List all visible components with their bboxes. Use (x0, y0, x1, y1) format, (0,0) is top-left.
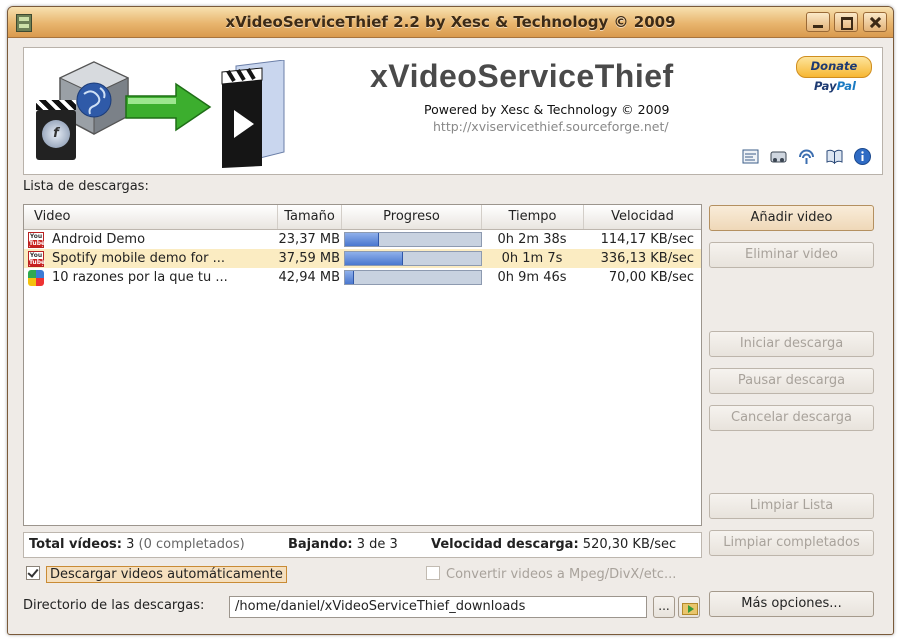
video-size: 42,94 MB (278, 270, 340, 285)
download-directory-field[interactable]: /home/daniel/xVideoServiceThief_download… (229, 596, 647, 618)
table-row[interactable]: You Tube Android Demo 23,37 MB 0h 2m 38s … (24, 230, 701, 249)
video-clip-icon (221, 60, 285, 168)
progress-cell (342, 249, 482, 268)
clear-list-button[interactable]: Limpiar Lista (709, 493, 874, 519)
table-row[interactable]: You Tube Spotify mobile demo for ... 37,5… (24, 249, 701, 268)
options-icon[interactable] (741, 147, 760, 166)
video-title: 10 razones por la que tu ... (52, 270, 228, 285)
title-bar[interactable]: xVideoServiceThief 2.2 by Xesc & Technol… (8, 7, 893, 38)
column-header-video[interactable]: Video (24, 205, 278, 229)
video-size: 37,59 MB (278, 251, 340, 266)
app-title: xVideoServiceThief (370, 58, 674, 94)
download-speed: 114,17 KB/sec (600, 232, 694, 247)
video-title: Spotify mobile demo for ... (52, 251, 225, 266)
paypal-logo: PayPal (813, 79, 856, 93)
progress-cell (342, 230, 482, 249)
downloads-table[interactable]: Video Tamaño Progreso Tiempo Velocidad Y… (23, 204, 702, 526)
remove-video-button[interactable]: Eliminar video (709, 242, 874, 268)
clear-completed-button[interactable]: Limpiar completados (709, 530, 874, 556)
column-header-progress[interactable]: Progreso (342, 205, 482, 229)
progress-bar (344, 251, 482, 266)
total-download-speed: Velocidad descarga: 520,30 KB/sec (431, 537, 677, 552)
status-bar: Total vídeos: 3 (0 completados) Bajando:… (23, 532, 702, 558)
start-download-button[interactable]: Iniciar descarga (709, 331, 874, 357)
app-window: xVideoServiceThief 2.2 by Xesc & Technol… (7, 6, 894, 635)
progress-cell (342, 268, 482, 287)
download-speed: 336,13 KB/sec (600, 251, 694, 266)
add-video-button[interactable]: Añadir video (709, 205, 874, 231)
auto-download-label: Descargar videos automáticamente (46, 566, 287, 583)
donate-label: Donate (796, 56, 872, 78)
column-header-speed[interactable]: Velocidad (584, 205, 701, 229)
youtube-icon: You Tube (28, 251, 46, 267)
convert-videos-label: Convertir videos a Mpeg/DivX/etc... (446, 567, 677, 582)
paypal-donate-button[interactable]: Donate PayPal (796, 56, 874, 93)
time-remaining: 0h 1m 7s (501, 251, 563, 266)
more-options-button[interactable]: Más opciones... (709, 591, 874, 617)
progress-bar (344, 270, 482, 285)
video-title: Android Demo (52, 232, 146, 247)
window-title: xVideoServiceThief 2.2 by Xesc & Technol… (225, 13, 676, 31)
arrow-right-icon (125, 82, 212, 132)
time-remaining: 0h 2m 38s (497, 232, 567, 247)
checkbox-unchecked-icon[interactable] (426, 566, 440, 580)
downloads-list-label: Lista de descargas: (23, 179, 149, 194)
download-speed: 70,00 KB/sec (608, 270, 694, 285)
maximize-button[interactable] (834, 12, 858, 32)
close-button[interactable] (863, 12, 887, 32)
banner-toolbar (741, 147, 872, 166)
total-videos: Total vídeos: 3 (0 completados) (29, 537, 245, 552)
updates-icon[interactable] (797, 147, 816, 166)
info-icon[interactable] (853, 147, 872, 166)
auto-download-checkbox[interactable]: Descargar videos automáticamente (26, 565, 287, 585)
pause-download-button[interactable]: Pausar descarga (709, 368, 874, 394)
minimize-button[interactable] (806, 12, 830, 32)
table-header: Video Tamaño Progreso Tiempo Velocidad (24, 205, 701, 230)
downloading-count: Bajando: 3 de 3 (288, 537, 398, 552)
table-row[interactable]: 10 razones por la que tu ... 42,94 MB 0h… (24, 268, 701, 287)
header-banner: f xVideoServiceThief Powered by Xesc & T… (23, 47, 883, 175)
download-directory-label: Directorio de las descargas: (23, 598, 205, 613)
youtube-icon: You Tube (28, 232, 46, 248)
browse-directory-button[interactable]: ... (653, 596, 675, 618)
time-remaining: 0h 9m 46s (497, 270, 567, 285)
open-folder-icon[interactable] (678, 596, 700, 618)
flash-icon: f (36, 100, 76, 160)
cancel-download-button[interactable]: Cancelar descarga (709, 405, 874, 431)
video-size: 23,37 MB (278, 232, 340, 247)
manual-icon[interactable] (825, 147, 844, 166)
project-url[interactable]: http://xviservicethief.sourceforge.net/ (433, 119, 669, 134)
column-header-size[interactable]: Tamaño (278, 205, 342, 229)
column-header-time[interactable]: Tiempo (482, 205, 584, 229)
drag-drop-icon[interactable] (769, 147, 788, 166)
powered-by-text: Powered by Xesc & Technology © 2009 (424, 102, 670, 117)
progress-bar (344, 232, 482, 247)
google-video-icon (28, 270, 44, 286)
convert-videos-checkbox[interactable]: Convertir videos a Mpeg/DivX/etc... (426, 565, 676, 585)
checkbox-checked-icon[interactable] (26, 566, 40, 580)
